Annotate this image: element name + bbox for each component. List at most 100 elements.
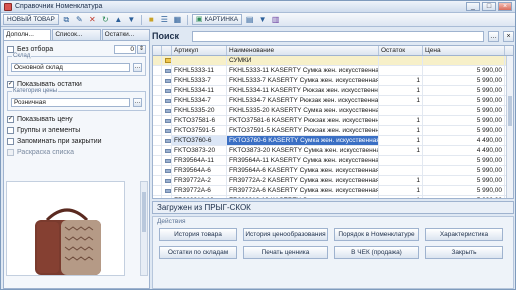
show-price-checkbox[interactable]: ✓ — [7, 115, 14, 123]
header-article[interactable]: Артикул — [172, 46, 227, 55]
characteristic-button[interactable]: Характеристика — [425, 228, 503, 241]
header-price[interactable]: Цена — [423, 46, 505, 55]
photo-scrollbar[interactable] — [140, 181, 148, 276]
item-icon — [162, 196, 172, 198]
to-receipt-button[interactable]: В ЧЕК (продажа) — [334, 246, 419, 259]
cell-name: FR39564A-6 KASERTY Сумка жен. искусствен… — [229, 166, 379, 175]
table-row[interactable]: FKHL5335-20 FKHL5335-20 KASERTY Сумка жен… — [153, 106, 513, 116]
tab-list[interactable]: Список... — [52, 29, 101, 40]
table-icon[interactable]: ▤ — [244, 14, 255, 25]
table-row[interactable]: FKTO37591-5 FKTO37591-5 KASERTY Рюкзак же… — [153, 126, 513, 136]
cell-name: FKHL5334-7 KASERTY Рюкзак жен. искусстве… — [229, 96, 379, 105]
product-history-button[interactable]: История товара — [159, 228, 237, 241]
header-name[interactable]: Наименование — [227, 46, 379, 55]
picture-button-label: КАРТИНКА — [204, 16, 239, 23]
table-row[interactable]: FKTO37581-6 FKTO37581-6 KASERTY Рюкзак же… — [153, 116, 513, 126]
row-marker — [153, 196, 162, 198]
show-stock-label: Показывать остатки — [17, 80, 82, 88]
table-row[interactable]: FKTO3873-20 FKTO3873-20 KASERTY Сумка жен… — [153, 146, 513, 156]
down-icon[interactable]: ▼ — [126, 14, 137, 25]
warehouse-field[interactable]: Основной склад — [11, 62, 130, 72]
remember-checkbox[interactable] — [7, 137, 14, 145]
delete-icon[interactable]: ✕ — [87, 14, 98, 25]
remember-label: Запоминать при закрытии — [17, 137, 102, 145]
close-form-button[interactable]: Закрыть — [425, 246, 503, 259]
maximize-button[interactable]: □ — [482, 2, 496, 11]
cell-name: FKHL5335-20 KASERTY Сумка жен. искусстве… — [229, 106, 379, 115]
up-icon[interactable]: ▲ — [113, 14, 124, 25]
table-row[interactable]: FR382318-12FR382318-12 KASERTY Сумка жен… — [153, 196, 513, 198]
cell-price: 4 490,00 — [423, 146, 505, 155]
picture-button[interactable]: ▣ КАРТИНКА — [191, 14, 243, 25]
minimize-button[interactable]: _ — [466, 2, 480, 11]
copy-icon[interactable]: ⧉ — [61, 14, 72, 25]
new-item-button[interactable]: НОВЫЙ ТОВАР — [3, 14, 59, 25]
without-selection-value[interactable]: 0 — [114, 44, 136, 54]
search-clear-button[interactable]: … — [488, 30, 499, 42]
select-button[interactable]: … — [133, 62, 142, 72]
color-list-label: Раскраска списка — [17, 148, 75, 156]
header-stock[interactable]: Остаток — [379, 46, 423, 55]
cell-article: FKHL5334-11 — [172, 86, 227, 95]
item-icon — [162, 76, 172, 85]
show-price-label: Показывать цену — [17, 115, 73, 123]
close-button[interactable]: × — [498, 2, 512, 11]
cell-name: FKHL5334-11 KASERTY Рюкзак жен. искусств… — [229, 86, 379, 95]
price-category-field[interactable]: Розничная — [11, 97, 130, 107]
tree-icon[interactable]: ☰ — [159, 14, 170, 25]
table-row[interactable]: FKHL5334-7 FKHL5334-7 KASERTY Рюкзак жен.… — [153, 96, 513, 106]
search-input[interactable] — [192, 30, 484, 42]
grid-icon[interactable]: ▦ — [172, 14, 183, 25]
order-in-catalog-button[interactable]: Порядок в Номенклатуре — [334, 228, 419, 241]
group-row[interactable]: СУМКИ — [153, 56, 513, 66]
window-title: Справочник Номенклатура — [15, 3, 103, 10]
item-icon — [162, 136, 172, 145]
row-marker — [153, 106, 162, 115]
row-marker — [153, 86, 162, 95]
filter-icon[interactable]: ▼ — [257, 14, 268, 25]
search-close-button[interactable]: × — [503, 30, 514, 42]
refresh-icon[interactable]: ↻ — [100, 14, 111, 25]
cell-price: 5 990,00 — [423, 116, 505, 125]
groups-items-checkbox[interactable] — [7, 126, 14, 134]
export-icon[interactable]: ▥ — [270, 14, 281, 25]
select-button[interactable]: … — [133, 97, 142, 107]
table-row[interactable]: FR39564A-11 FR39564A-11 KASERTY Сумка жен… — [153, 156, 513, 166]
cell-stock: 1 — [379, 116, 423, 125]
row-marker — [153, 156, 162, 165]
table-row[interactable]: FKTO3760-6 FKTO3760-6 KASERTY Сумка жен. … — [153, 136, 513, 146]
cell-price: 5 990,00 — [423, 186, 505, 195]
cell-stock: 1 — [379, 136, 423, 145]
tab-stock[interactable]: Остатки... — [101, 29, 150, 40]
table-scrollbar[interactable] — [506, 56, 513, 198]
edit-icon[interactable]: ✎ — [74, 14, 85, 25]
show-stock-checkbox[interactable]: ✓ — [7, 80, 14, 88]
group-article — [172, 56, 227, 65]
without-selection-label: Без отбора — [17, 45, 54, 53]
table-row[interactable]: FKHL5334-11 FKHL5334-11 KASERTY Рюкзак же… — [153, 86, 513, 96]
folder-icon[interactable]: ■ — [146, 14, 157, 25]
cell-article: FKTO3873-20 — [172, 146, 227, 155]
row-marker — [153, 66, 162, 75]
table-row[interactable]: FKHL5333-7 FKHL5333-7 KASERTY Сумка жен. … — [153, 76, 513, 86]
cell-price: 5 990,00 — [423, 76, 505, 85]
without-selection-checkbox[interactable] — [7, 45, 14, 53]
stepper-icon[interactable]: ⇕ — [137, 44, 146, 54]
table-body: FKHL5333-11 FKHL5333-11 KASERTY Сумка жен… — [153, 66, 513, 198]
toolbar: НОВЫЙ ТОВАР ⧉ ✎ ✕ ↻ ▲ ▼ ■ ☰ ▦ ▣ КАРТИНКА… — [1, 13, 515, 27]
groups-items-row: Группы и элементы — [7, 125, 146, 135]
item-icon — [162, 166, 172, 175]
cell-price: 5 990,00 — [423, 196, 505, 198]
tab-additional[interactable]: Дополн... — [3, 29, 52, 40]
print-price-tag-button[interactable]: Печать ценника — [243, 246, 328, 259]
table-row[interactable]: FR39564A-6 FR39564A-6 KASERTY Сумка жен. … — [153, 166, 513, 176]
warehouse-stock-button[interactable]: Остатки по складам — [159, 246, 237, 259]
table-row[interactable]: FR39772A-2 FR39772A-2 KASERTY Сумка жен. … — [153, 176, 513, 186]
pricing-history-button[interactable]: История ценообразования — [243, 228, 328, 241]
table-row[interactable]: FR39772A-6 FR39772A-6 KASERTY Сумка жен. … — [153, 186, 513, 196]
color-list-checkbox[interactable] — [7, 148, 14, 156]
table-row[interactable]: FKHL5333-11 FKHL5333-11 KASERTY Сумка жен… — [153, 66, 513, 76]
row-marker — [153, 146, 162, 155]
cell-price: 5 990,00 — [423, 166, 505, 175]
table-header: Артикул Наименование Остаток Цена — [153, 46, 513, 56]
